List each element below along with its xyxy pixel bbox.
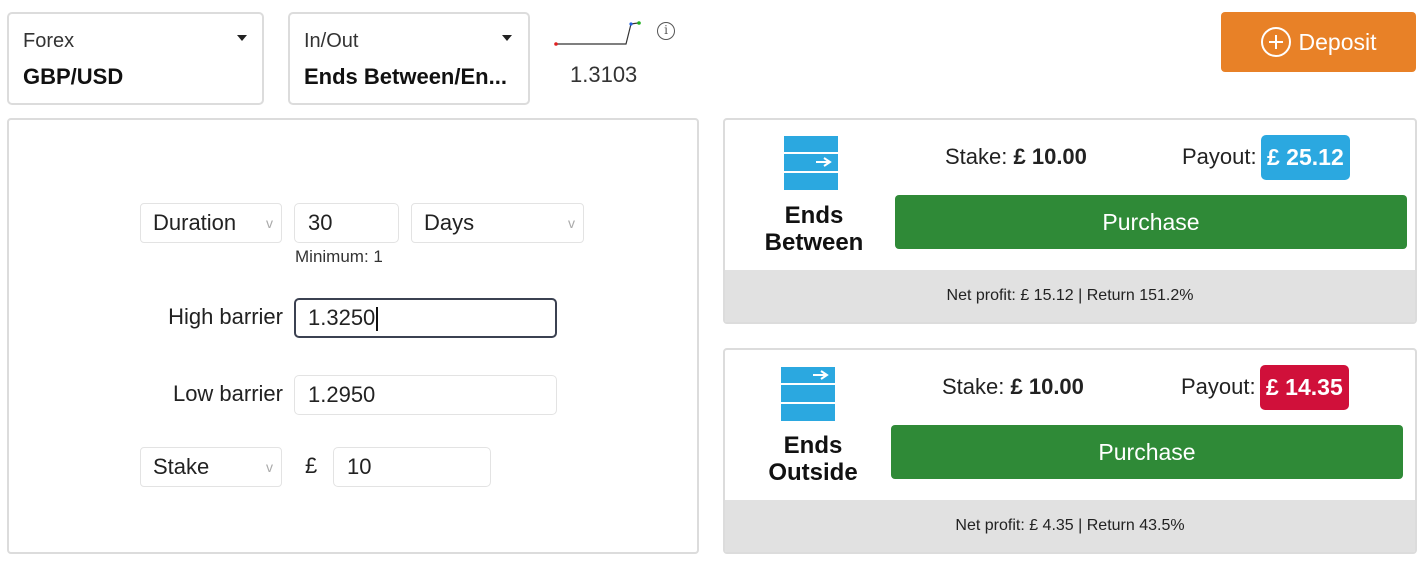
- spot-price: 1.3103: [570, 62, 638, 87]
- contract-name: Ends Outside: [768, 432, 858, 486]
- low-barrier-value: 1.2950: [308, 382, 376, 407]
- payout-label: Payout:: [1182, 144, 1257, 169]
- high-barrier-label: High barrier: [168, 304, 283, 329]
- duration-unit-select[interactable]: Days v: [411, 203, 584, 243]
- deposit-button[interactable]: Deposit: [1221, 12, 1416, 72]
- contract-type-dropdown[interactable]: In/Out Ends Between/En...: [288, 12, 530, 105]
- purchase-button[interactable]: Purchase: [895, 195, 1407, 249]
- ends-between-icon: [784, 136, 838, 190]
- text-cursor: [376, 307, 378, 332]
- duration-hint: Minimum: 1: [295, 247, 383, 266]
- chevron-down-icon: [502, 35, 512, 41]
- market-value: GBP/USD: [23, 64, 124, 89]
- high-barrier-value: 1.3250: [308, 305, 376, 330]
- payout-badge: £ 14.35: [1260, 365, 1349, 410]
- stake-summary: Stake: £ 10.00: [945, 144, 1087, 170]
- low-barrier-input[interactable]: 1.2950: [294, 375, 557, 415]
- low-barrier-label: Low barrier: [172, 381, 283, 406]
- net-profit-footer: Net profit: £ 15.12 | Return 151.2%: [725, 270, 1415, 322]
- contract-type-category: In/Out: [304, 30, 359, 52]
- duration-input[interactable]: 30: [294, 203, 399, 243]
- market-category: Forex: [23, 30, 75, 52]
- purchase-button[interactable]: Purchase: [891, 425, 1403, 479]
- contract-type-value: Ends Between/En...: [304, 64, 507, 89]
- stake-label: Stake:: [945, 144, 1008, 169]
- chevron-down-icon: [237, 35, 247, 41]
- plus-circle-icon: [1260, 27, 1291, 57]
- contract-card-ends-outside: Ends Outside Stake: £ 10.00 Payout: £ 14…: [723, 348, 1417, 554]
- stake-value: £ 10.00: [1010, 374, 1084, 399]
- payout-badge: £ 25.12: [1261, 135, 1350, 180]
- duration-unit-value: Days: [424, 210, 475, 235]
- contract-name: Ends Between: [764, 202, 864, 256]
- deposit-label: Deposit: [1298, 28, 1377, 55]
- stake-summary: Stake: £ 10.00: [942, 374, 1084, 400]
- contract-card-ends-between: Ends Between Stake: £ 10.00 Payout: £ 25…: [723, 118, 1417, 324]
- amount-value: 10: [347, 454, 372, 479]
- amount-mode-value: Stake: [153, 454, 210, 479]
- chevron-down-icon: v: [568, 215, 575, 231]
- ends-outside-icon: [781, 367, 835, 421]
- amount-mode-select[interactable]: Stake v: [140, 447, 282, 487]
- currency-symbol: £: [305, 453, 318, 478]
- payout-label: Payout:: [1181, 374, 1256, 399]
- high-barrier-input[interactable]: 1.3250: [294, 298, 557, 338]
- chevron-down-icon: v: [266, 215, 273, 231]
- trade-form: Duration v 30 Days v Minimum: 1 High bar…: [7, 118, 699, 554]
- duration-mode-select[interactable]: Duration v: [140, 203, 282, 243]
- stake-value: £ 10.00: [1013, 144, 1087, 169]
- chevron-down-icon: v: [266, 459, 273, 475]
- net-profit-footer: Net profit: £ 4.35 | Return 43.5%: [725, 500, 1415, 552]
- info-icon[interactable]: i: [657, 22, 675, 40]
- amount-input[interactable]: 10: [333, 447, 491, 487]
- duration-value: 30: [308, 210, 333, 235]
- stake-label: Stake:: [942, 374, 1005, 399]
- duration-mode-value: Duration: [153, 210, 237, 235]
- spot-sparkline-icon: [554, 21, 641, 46]
- market-dropdown[interactable]: Forex GBP/USD: [7, 12, 264, 105]
